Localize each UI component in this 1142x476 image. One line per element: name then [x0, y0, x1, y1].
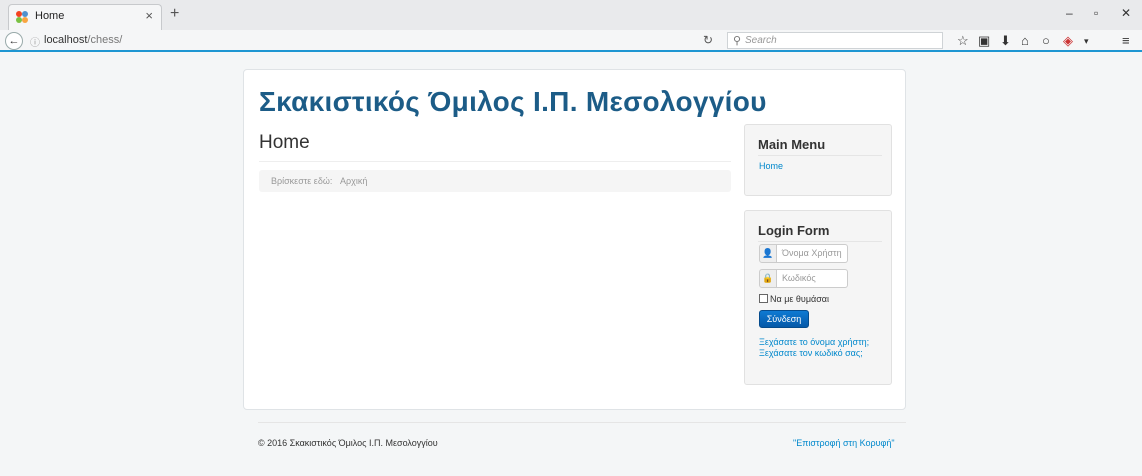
menu-item-home[interactable]: Home — [759, 161, 783, 171]
username-group: 👤 Όνομα Χρήστη — [759, 244, 848, 263]
remember-checkbox[interactable] — [759, 294, 768, 303]
password-field[interactable]: Κωδικός — [777, 269, 848, 288]
browser-tab-bar: Home × + – ▫ ✕ — [0, 0, 1142, 30]
login-form-title: Login Form — [758, 223, 830, 238]
module-divider — [758, 155, 882, 156]
back-arrow-icon[interactable]: ← — [5, 32, 23, 50]
url-path: /chess/ — [87, 34, 123, 46]
user-icon: 👤 — [759, 244, 777, 263]
breadcrumb: Βρίσκεστε εδώ: Αρχική — [259, 170, 731, 192]
page-container: Σκακιστικός Όμιλος Ι.Π. Μεσολογγίου Home… — [243, 69, 906, 410]
remember-label: Να με θυμάσαι — [770, 294, 829, 304]
breadcrumb-item-home: Αρχική — [340, 176, 368, 186]
tab-close-icon[interactable]: × — [145, 8, 153, 23]
url-bar[interactable]: localhost/chess/ — [44, 34, 122, 46]
search-placeholder: Search — [745, 35, 777, 46]
info-icon[interactable]: ⓘ — [30, 34, 40, 49]
copyright-text: © 2016 Σκακιστικός Όμιλος Ι.Π. Μεσολογγί… — [258, 438, 438, 448]
menu-icon[interactable]: ≡ — [1122, 33, 1130, 48]
main-menu-module: Main Menu Home — [744, 124, 892, 196]
reload-icon[interactable]: ↻ — [703, 33, 713, 47]
extension-dropdown-icon[interactable]: ▾ — [1084, 36, 1089, 47]
url-host: localhost — [44, 34, 88, 46]
tab-title: Home — [35, 10, 65, 22]
close-window-icon[interactable]: ✕ — [1121, 6, 1131, 20]
footer-divider — [258, 422, 906, 423]
site-title[interactable]: Σκακιστικός Όμιλος Ι.Π. Μεσολογγίου — [259, 86, 767, 118]
chat-icon[interactable]: ○ — [1042, 33, 1050, 48]
maximize-icon[interactable]: ▫ — [1094, 6, 1098, 20]
page-title: Home — [259, 132, 310, 153]
extension-icon[interactable]: ◈ — [1063, 33, 1073, 49]
login-form-module: Login Form 👤 Όνομα Χρήστη 🔒 Κωδικός Να μ… — [744, 210, 892, 385]
clipboard-icon[interactable]: ▣ — [978, 33, 990, 49]
home-icon[interactable]: ⌂ — [1021, 33, 1029, 48]
login-button[interactable]: Σύνδεση — [759, 310, 809, 328]
download-icon[interactable]: ⬇ — [1000, 33, 1011, 49]
search-icon: ⚲ — [733, 35, 742, 47]
username-field[interactable]: Όνομα Χρήστη — [777, 244, 848, 263]
browser-tab[interactable]: Home × — [8, 4, 162, 30]
back-to-top-link[interactable]: "Επιστροφή στη Κορυφή" — [793, 438, 895, 448]
forgot-username-link[interactable]: Ξεχάσατε το όνομα χρήστη; — [759, 337, 869, 347]
heading-divider — [259, 161, 731, 162]
bookmark-star-icon[interactable]: ☆ — [957, 33, 969, 49]
browser-search-input[interactable]: ⚲ Search — [727, 32, 943, 49]
minimize-icon[interactable]: – — [1066, 6, 1073, 20]
lock-icon: 🔒 — [759, 269, 777, 288]
forgot-password-link[interactable]: Ξεχάσατε τον κωδικό σας; — [759, 348, 863, 358]
main-menu-title: Main Menu — [758, 137, 826, 152]
remember-me[interactable]: Να με θυμάσαι — [759, 294, 829, 304]
browser-nav-bar: ← ⓘ localhost/chess/ ↻ ⚲ Search ☆ ▣ ⬇ ⌂ … — [0, 30, 1142, 52]
password-group: 🔒 Κωδικός — [759, 269, 848, 288]
new-tab-button[interactable]: + — [170, 5, 179, 23]
breadcrumb-label: Βρίσκεστε εδώ: — [271, 176, 333, 186]
module-divider — [758, 241, 882, 242]
joomla-icon — [16, 11, 28, 23]
